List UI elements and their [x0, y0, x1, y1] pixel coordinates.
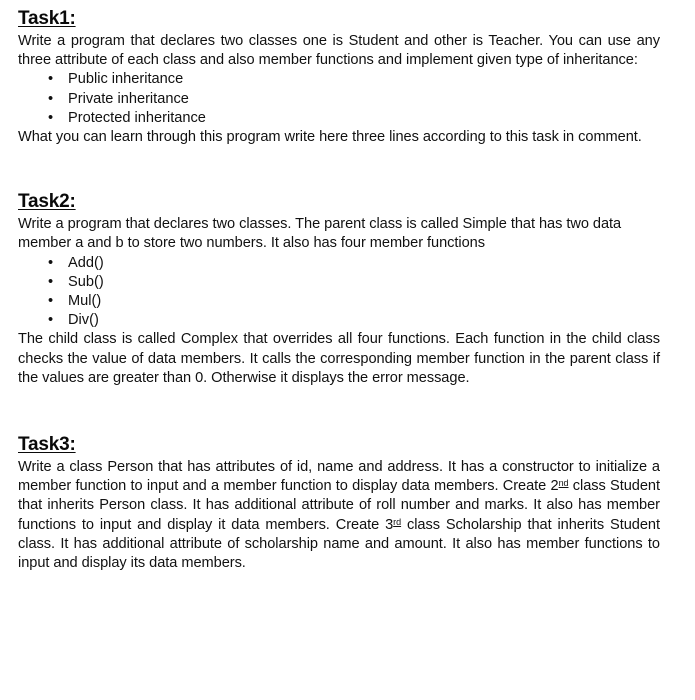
list-item-label: Public inheritance [68, 71, 184, 88]
ordinal-suffix-rd: rd [393, 516, 402, 527]
task-block-2: Task2: Write a program that declares two… [18, 191, 660, 388]
list-item: • Div() [18, 311, 660, 330]
list-item-label: Mul() [68, 293, 102, 310]
list-item: • Add() [18, 254, 660, 273]
task-block-1: Task1: Write a program that declares two… [18, 8, 660, 147]
bullet-icon: • [48, 273, 54, 290]
task-1-heading: Task1: [18, 8, 76, 29]
list-item: • Protected inheritance [18, 109, 660, 128]
list-item: • Mul() [18, 292, 660, 311]
list-item: • Private inheritance [18, 90, 660, 109]
task-block-3: Task3: Write a class Person that has att… [18, 434, 660, 573]
list-item-label: Sub() [68, 273, 104, 290]
bullet-icon: • [48, 109, 54, 126]
task-1-bullet-list: • Public inheritance • Private inheritan… [18, 70, 660, 128]
list-item-label: Protected inheritance [68, 109, 206, 126]
bullet-icon: • [48, 312, 54, 329]
bullet-icon: • [48, 293, 54, 310]
list-item: • Public inheritance [18, 70, 660, 89]
list-item-label: Add() [68, 254, 104, 271]
ordinal-suffix-nd: nd [558, 478, 569, 489]
task-2-bullet-list: • Add() • Sub() • Mul() • Div() [18, 254, 660, 331]
document-page: Task1: Write a program that declares two… [0, 0, 695, 700]
task-2-heading: Task2: [18, 191, 76, 213]
task-1-outro-paragraph: What you can learn through this program … [18, 129, 642, 146]
bullet-icon: • [48, 71, 54, 88]
task-3-text-part-1: Write a class Person that has attributes… [18, 459, 660, 495]
list-item-label: Div() [68, 312, 99, 329]
task-2-intro-paragraph: Write a program that declares two classe… [18, 216, 622, 252]
list-item-label: Private inheritance [68, 90, 189, 107]
task-3-heading: Task3: [18, 434, 76, 456]
task-3-paragraph: Write a class Person that has attributes… [18, 458, 660, 573]
task-1-intro-paragraph: Write a program that declares two classe… [18, 33, 660, 69]
bullet-icon: • [48, 90, 54, 107]
list-item: • Sub() [18, 273, 660, 292]
bullet-icon: • [48, 254, 54, 271]
task-2-outro-paragraph: The child class is called Complex that o… [18, 331, 660, 386]
